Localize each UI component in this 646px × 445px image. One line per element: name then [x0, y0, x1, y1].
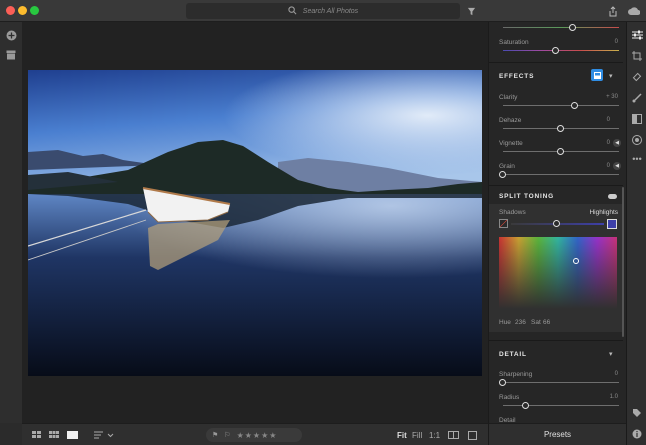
slider-label: Sharpening — [499, 371, 533, 378]
slider-label: Dehaze — [499, 117, 522, 124]
edit-sliders-icon[interactable] — [630, 28, 644, 42]
search-bar[interactable]: Search All Photos — [186, 3, 460, 19]
slider-value[interactable]: 1.0 — [610, 394, 618, 400]
pick-flag-icon[interactable]: ⚑ — [212, 431, 218, 439]
brush-icon[interactable] — [630, 91, 644, 105]
filter-icon[interactable] — [464, 4, 478, 18]
divider — [489, 340, 623, 341]
linear-gradient-icon[interactable] — [630, 112, 644, 126]
compare-icon[interactable] — [448, 429, 459, 441]
one-to-one-button[interactable]: 1:1 — [429, 429, 440, 441]
cloud-icon[interactable] — [627, 4, 641, 18]
slider-label: Radius — [499, 394, 520, 401]
top-slider-knob[interactable] — [569, 24, 576, 31]
slider-value[interactable]: 0 — [607, 117, 610, 123]
fit-button[interactable]: Fit — [397, 429, 407, 441]
info-icon[interactable] — [468, 429, 477, 441]
slider-track[interactable] — [503, 105, 619, 106]
minimize-window-button[interactable] — [18, 6, 27, 15]
sat-value: 66 — [543, 319, 551, 326]
effects-collapse-icon[interactable]: ▾ — [609, 72, 613, 80]
slider-knob[interactable] — [570, 102, 578, 109]
sat-label: Sat — [531, 319, 541, 326]
hue-value: 236 — [515, 319, 526, 326]
library-icon[interactable] — [4, 48, 18, 62]
slider-track[interactable] — [503, 174, 619, 175]
more-icon[interactable]: ••• — [630, 152, 644, 166]
expand-arrow-icon[interactable]: ◀ — [613, 139, 621, 147]
slider-label: Vignette — [499, 140, 523, 147]
slider-value[interactable]: 0 — [607, 163, 610, 169]
right-rail: ••• — [626, 22, 646, 445]
slider-knob[interactable] — [557, 148, 564, 155]
divider — [489, 62, 623, 63]
presets-button[interactable]: Presets — [488, 423, 626, 445]
grid-view-icon[interactable] — [32, 429, 42, 441]
saturation-value[interactable]: 0 — [615, 39, 618, 45]
lake-boat-photo — [28, 70, 482, 376]
balance-knob[interactable] — [553, 220, 560, 227]
hue-label: Hue — [499, 319, 511, 326]
title-bar: Search All Photos — [0, 0, 646, 22]
sort-icon[interactable] — [94, 429, 114, 441]
slider-track[interactable] — [503, 405, 619, 406]
radial-gradient-icon[interactable] — [630, 133, 644, 147]
square-grid-icon[interactable] — [49, 429, 59, 441]
effects-preset-button[interactable] — [591, 69, 603, 81]
slider-knob[interactable] — [522, 402, 530, 409]
edit-panel: Saturation 0 EFFECTS ▾ Clarity + 30 Dehaze… — [488, 22, 626, 423]
reject-flag-icon[interactable]: ⚐ — [224, 431, 230, 439]
slider-value[interactable]: 0 — [607, 140, 610, 146]
hue-saturation-picker[interactable] — [499, 237, 617, 309]
slider-label: Clarity — [499, 94, 518, 101]
detail-view-icon[interactable] — [67, 429, 78, 441]
bottom-toolbar: ⚑ ⚐ ★★★★★ Fit Fill 1:1 — [22, 423, 488, 445]
zoom-window-button[interactable] — [30, 6, 39, 15]
slider-value[interactable]: 0 — [615, 371, 618, 377]
slider-value[interactable]: + 30 — [606, 94, 618, 100]
fill-button[interactable]: Fill — [412, 429, 422, 441]
add-photos-icon[interactable] — [4, 28, 18, 42]
saturation-track[interactable] — [503, 50, 619, 51]
healing-brush-icon[interactable] — [630, 70, 644, 84]
info-panel-icon[interactable] — [630, 427, 644, 441]
rating-flag-group: ⚑ ⚐ ★★★★★ — [206, 428, 302, 442]
split-toning-title: SPLIT TONING — [499, 193, 554, 200]
divider — [489, 185, 623, 186]
edited-photo[interactable] — [28, 70, 482, 376]
star-rating[interactable]: ★★★★★ — [237, 431, 278, 440]
expand-arrow-icon[interactable]: ◀ — [613, 162, 621, 170]
highlights-swatch[interactable] — [607, 219, 617, 229]
shadows-label: Shadows — [499, 209, 526, 216]
search-placeholder: Search All Photos — [302, 7, 359, 15]
saturation-label: Saturation — [499, 39, 529, 46]
photo-viewer — [22, 22, 488, 423]
split-toning-toggle[interactable] — [608, 194, 617, 199]
left-rail — [0, 22, 22, 423]
detail-title: DETAIL — [499, 351, 527, 358]
keyword-tag-icon[interactable] — [630, 406, 644, 420]
search-icon — [288, 5, 297, 17]
panel-scrollbar[interactable] — [622, 187, 624, 337]
slider-track[interactable] — [503, 382, 619, 383]
close-window-button[interactable] — [6, 6, 15, 15]
highlights-label: Highlights — [589, 209, 618, 216]
share-icon[interactable] — [606, 4, 620, 18]
shadows-swatch[interactable] — [499, 219, 508, 228]
slider-knob[interactable] — [499, 171, 506, 178]
top-slider-track[interactable] — [503, 27, 619, 28]
crop-icon[interactable] — [630, 49, 644, 63]
effects-title: EFFECTS — [499, 73, 535, 80]
color-picker-cursor[interactable] — [573, 258, 579, 264]
slider-knob[interactable] — [557, 125, 564, 132]
saturation-knob[interactable] — [552, 47, 559, 54]
slider-knob[interactable] — [499, 379, 506, 386]
app-window: Search All Photos ⚑ ⚐ ★★★★★ Fit Fill 1:1… — [0, 0, 646, 445]
detail-collapse-icon[interactable]: ▾ — [609, 350, 613, 358]
slider-label: Grain — [499, 163, 515, 170]
